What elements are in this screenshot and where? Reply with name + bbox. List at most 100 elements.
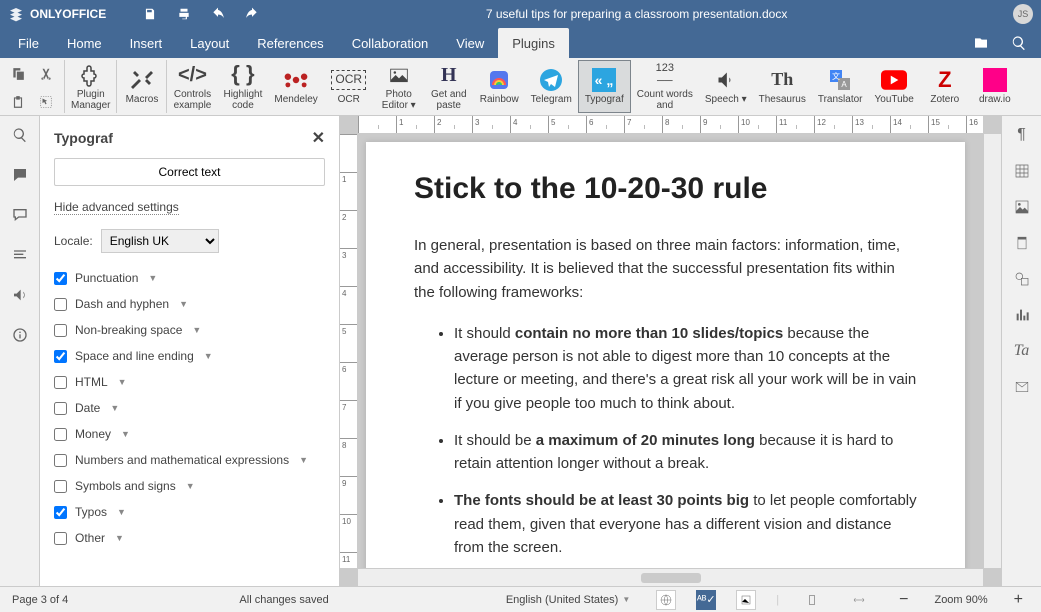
plugin-ocr[interactable]: OCROCR bbox=[324, 60, 374, 113]
plugin-photo-editor-[interactable]: Photo Editor ▾ bbox=[374, 60, 424, 113]
option-checkbox[interactable] bbox=[54, 428, 67, 441]
correct-text-button[interactable]: Correct text bbox=[54, 158, 325, 186]
panel-close-icon[interactable]: ✕ bbox=[312, 128, 325, 148]
about-icon[interactable] bbox=[11, 326, 29, 344]
menu-file[interactable]: File bbox=[4, 28, 53, 58]
option-checkbox[interactable] bbox=[54, 272, 67, 285]
comments-icon[interactable] bbox=[11, 166, 29, 184]
plugin-translator[interactable]: 文ATranslator bbox=[812, 60, 869, 113]
vertical-ruler[interactable]: 123456789101112 bbox=[340, 134, 358, 568]
page-status[interactable]: Page 3 of 4 bbox=[12, 594, 68, 606]
plugin-draw-io[interactable]: draw.io bbox=[970, 60, 1020, 113]
menu-collaboration[interactable]: Collaboration bbox=[338, 28, 443, 58]
table-settings-icon[interactable] bbox=[1013, 162, 1031, 180]
option-checkbox[interactable] bbox=[54, 350, 67, 363]
option-checkbox[interactable] bbox=[54, 480, 67, 493]
shape-settings-icon[interactable] bbox=[1013, 270, 1031, 288]
option-dash-and-hyphen[interactable]: Dash and hyphen▼ bbox=[54, 291, 325, 317]
fit-page-icon[interactable] bbox=[799, 591, 825, 609]
textart-settings-icon[interactable]: Ta bbox=[1013, 342, 1031, 360]
option-other[interactable]: Other▼ bbox=[54, 525, 325, 551]
chevron-down-icon[interactable]: ▼ bbox=[115, 533, 124, 543]
chevron-down-icon[interactable]: ▼ bbox=[186, 481, 195, 491]
search-icon[interactable] bbox=[1011, 35, 1027, 51]
chevron-down-icon[interactable]: ▼ bbox=[148, 273, 157, 283]
chevron-down-icon[interactable]: ▼ bbox=[299, 455, 308, 465]
plugin-youtube[interactable]: YouTube bbox=[869, 60, 920, 113]
plugin-plugin-manager[interactable]: Plugin Manager bbox=[65, 60, 117, 113]
menu-plugins[interactable]: Plugins bbox=[498, 28, 569, 58]
fit-width-icon[interactable] bbox=[845, 592, 873, 608]
select-icon[interactable] bbox=[32, 88, 60, 116]
navigation-icon[interactable] bbox=[11, 246, 29, 264]
advanced-settings-link[interactable]: Hide advanced settings bbox=[54, 200, 179, 215]
menu-references[interactable]: References bbox=[243, 28, 337, 58]
plugin-highlight-code[interactable]: { }Highlight code bbox=[217, 60, 268, 113]
plugin-mendeley[interactable]: Mendeley bbox=[268, 60, 323, 113]
option-numbers-and-mathematical-expressions[interactable]: Numbers and mathematical expressions▼ bbox=[54, 447, 325, 473]
option-typos[interactable]: Typos▼ bbox=[54, 499, 325, 525]
open-location-icon[interactable] bbox=[973, 35, 989, 51]
option-money[interactable]: Money▼ bbox=[54, 421, 325, 447]
spellcheck-icon[interactable]: ᴬᴮ✓ bbox=[696, 590, 716, 610]
copy-icon[interactable] bbox=[4, 60, 32, 88]
option-date[interactable]: Date▼ bbox=[54, 395, 325, 421]
chevron-down-icon[interactable]: ▼ bbox=[121, 429, 130, 439]
chat-icon[interactable] bbox=[11, 206, 29, 224]
paragraph-settings-icon[interactable]: ¶ bbox=[1013, 126, 1031, 144]
image-settings-icon[interactable] bbox=[1013, 198, 1031, 216]
plugin-rainbow[interactable]: Rainbow bbox=[474, 60, 525, 113]
paste-icon[interactable] bbox=[4, 88, 32, 116]
zoom-out-button[interactable]: − bbox=[893, 589, 914, 611]
document-page[interactable]: Stick to the 10-20-30 rule In general, p… bbox=[366, 142, 965, 568]
chevron-down-icon[interactable]: ▼ bbox=[117, 507, 126, 517]
plugin-count-words-and[interactable]: 123──Count words and bbox=[631, 60, 699, 113]
menu-insert[interactable]: Insert bbox=[116, 28, 177, 58]
chevron-down-icon[interactable]: ▼ bbox=[118, 377, 127, 387]
chart-settings-icon[interactable] bbox=[1013, 306, 1031, 324]
horizontal-ruler[interactable]: 1234567891011121314151617 bbox=[358, 116, 983, 134]
header-footer-icon[interactable] bbox=[1013, 234, 1031, 252]
option-checkbox[interactable] bbox=[54, 506, 67, 519]
option-html[interactable]: HTML▼ bbox=[54, 369, 325, 395]
locale-select[interactable]: English UK bbox=[101, 229, 219, 253]
language-status[interactable]: English (United States)▼ bbox=[500, 592, 636, 608]
plugin-controls-example[interactable]: </>Controls example bbox=[167, 60, 217, 113]
chevron-down-icon[interactable]: ▼ bbox=[179, 299, 188, 309]
chevron-down-icon[interactable]: ▼ bbox=[110, 403, 119, 413]
vertical-scrollbar[interactable] bbox=[983, 134, 1001, 568]
plugin-zotero[interactable]: ZZotero bbox=[920, 60, 970, 113]
option-checkbox[interactable] bbox=[54, 454, 67, 467]
save-icon[interactable] bbox=[142, 6, 158, 22]
option-non-breaking-space[interactable]: Non-breaking space▼ bbox=[54, 317, 325, 343]
option-punctuation[interactable]: Punctuation▼ bbox=[54, 265, 325, 291]
plugin-get-and-paste[interactable]: HGet and paste bbox=[424, 60, 474, 113]
redo-icon[interactable] bbox=[244, 6, 260, 22]
plugin-typograf[interactable]: « „Typograf bbox=[578, 60, 631, 113]
option-space-and-line-ending[interactable]: Space and line ending▼ bbox=[54, 343, 325, 369]
option-checkbox[interactable] bbox=[54, 376, 67, 389]
plugin-thesaurus[interactable]: ThThesaurus bbox=[753, 60, 812, 113]
print-icon[interactable] bbox=[176, 6, 192, 22]
option-symbols-and-signs[interactable]: Symbols and signs▼ bbox=[54, 473, 325, 499]
plugin-speech-[interactable]: Speech ▾ bbox=[699, 60, 753, 113]
mail-merge-icon[interactable] bbox=[1013, 378, 1031, 396]
option-checkbox[interactable] bbox=[54, 532, 67, 545]
track-changes-icon[interactable] bbox=[736, 590, 756, 610]
find-icon[interactable] bbox=[11, 126, 29, 144]
option-checkbox[interactable] bbox=[54, 324, 67, 337]
option-checkbox[interactable] bbox=[54, 402, 67, 415]
plugin-telegram[interactable]: Telegram bbox=[525, 60, 578, 113]
spellcheck-lang-icon[interactable] bbox=[656, 590, 676, 610]
document-scroll[interactable]: Stick to the 10-20-30 rule In general, p… bbox=[358, 134, 983, 568]
feedback-icon[interactable] bbox=[11, 286, 29, 304]
zoom-status[interactable]: Zoom 90% bbox=[934, 594, 987, 606]
menu-layout[interactable]: Layout bbox=[176, 28, 243, 58]
chevron-down-icon[interactable]: ▼ bbox=[204, 351, 213, 361]
chevron-down-icon[interactable]: ▼ bbox=[192, 325, 201, 335]
user-avatar[interactable]: JS bbox=[1013, 4, 1033, 24]
cut-icon[interactable] bbox=[32, 60, 60, 88]
menu-view[interactable]: View bbox=[442, 28, 498, 58]
menu-home[interactable]: Home bbox=[53, 28, 116, 58]
undo-icon[interactable] bbox=[210, 6, 226, 22]
